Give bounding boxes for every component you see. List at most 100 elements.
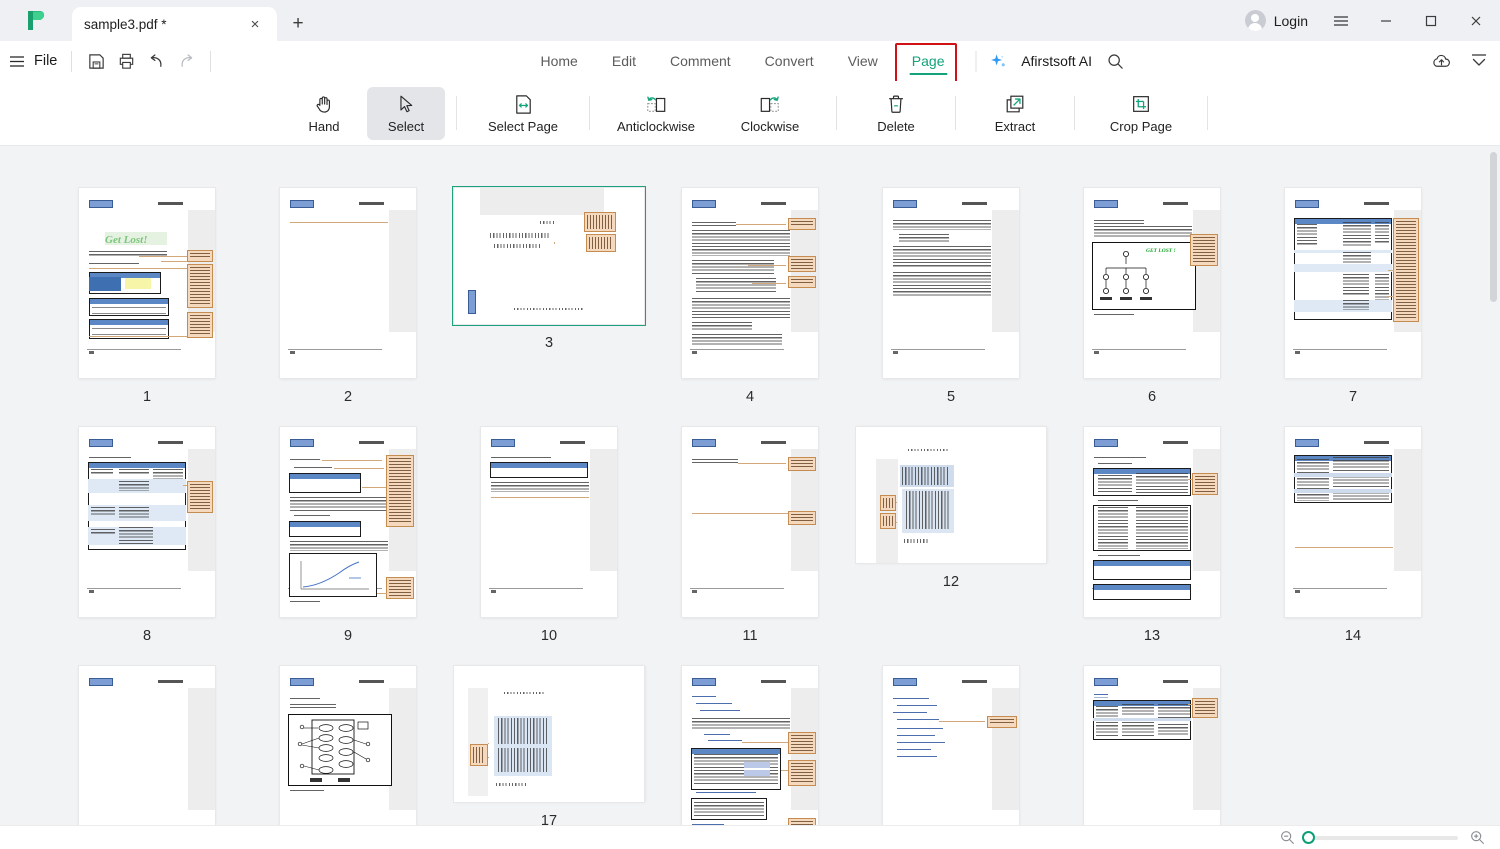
ai-label[interactable]: Afirstsoft AI <box>1021 53 1092 69</box>
page-preview <box>1084 666 1220 825</box>
select-tool-label: Select <box>387 119 425 134</box>
document-tab[interactable]: sample3.pdf * × <box>72 7 277 41</box>
page-thumbnail-19[interactable]: 19 <box>851 666 1052 825</box>
page-thumbnail-frame[interactable] <box>79 666 215 825</box>
page-preview <box>1084 427 1220 617</box>
page-number-label: 9 <box>343 628 353 644</box>
page-thumbnail-17[interactable]: 17 <box>449 666 650 825</box>
app-menu-icon[interactable] <box>1318 0 1363 41</box>
minimize-button[interactable] <box>1363 0 1408 41</box>
page-thumbnail-6[interactable]: GET LOST ! 6 <box>1052 188 1253 405</box>
hand-tool-button[interactable]: Hand <box>285 87 363 140</box>
login-button[interactable]: Login <box>1235 0 1318 41</box>
main-menu-icon[interactable] <box>0 41 34 81</box>
page-thumbnail-frame[interactable]: Get Lost! <box>79 188 215 378</box>
select-page-icon <box>512 92 535 116</box>
page-thumbnail-frame[interactable] <box>1285 188 1421 378</box>
page-preview <box>883 188 1019 378</box>
save-icon[interactable] <box>82 47 110 75</box>
page-thumbnail-frame[interactable] <box>883 666 1019 825</box>
undo-icon[interactable] <box>142 47 170 75</box>
page-thumbnail-frame[interactable] <box>452 186 646 326</box>
page-thumbnail-frame[interactable] <box>481 427 617 617</box>
page-thumbnail-frame[interactable] <box>454 666 644 802</box>
extract-page-button[interactable]: Extract <box>967 87 1063 140</box>
page-thumbnail-14[interactable]: 14 <box>1253 427 1454 644</box>
page-thumbnail-frame[interactable] <box>682 427 818 617</box>
title-bar-right: Login <box>1235 0 1500 41</box>
print-icon[interactable] <box>112 47 140 75</box>
page-ribbon: Hand Select Select Page Anticlockwise Cl… <box>0 81 1500 225</box>
page-thumbnail-frame[interactable] <box>883 188 1019 378</box>
tab-comment[interactable]: Comment <box>653 41 748 81</box>
separator <box>456 96 457 130</box>
zoom-slider-handle[interactable] <box>1302 830 1315 844</box>
page-thumbnail-2[interactable]: 2 <box>248 188 449 405</box>
new-tab-button[interactable]: + <box>281 7 315 41</box>
page-thumbnail-20[interactable]: 20 <box>1052 666 1253 825</box>
search-icon[interactable] <box>1100 46 1130 76</box>
page-thumbnail-18[interactable]: 18 <box>650 666 851 825</box>
page-thumbnail-frame[interactable] <box>79 427 215 617</box>
tab-home[interactable]: Home <box>524 41 595 81</box>
page-thumbnail-frame[interactable] <box>280 666 416 825</box>
page-thumbnail-4[interactable]: 4 <box>650 188 851 405</box>
active-tab-underline <box>909 72 948 75</box>
rotate-clockwise-button[interactable]: Clockwise <box>715 87 825 140</box>
tab-page[interactable]: Page <box>895 41 962 81</box>
pdf-editor-window: sample3.pdf * × + Login File Home Edit C… <box>0 0 1500 849</box>
tab-convert[interactable]: Convert <box>748 41 831 81</box>
page-thumbnail-1[interactable]: Get Lost! 1 <box>47 188 248 405</box>
page-thumbnail-5[interactable]: 5 <box>851 188 1052 405</box>
page-thumbnail-frame[interactable] <box>280 427 416 617</box>
page-thumbnail-frame[interactable] <box>1285 427 1421 617</box>
redo-icon[interactable] <box>172 47 200 75</box>
collapse-ribbon-icon[interactable] <box>1464 46 1494 76</box>
page-thumbnail-canvas[interactable]: Get Lost! 1 2 3 4 5 GET LOST ! <box>0 146 1500 825</box>
maximize-button[interactable] <box>1408 0 1453 41</box>
page-thumbnail-frame[interactable] <box>682 666 818 825</box>
page-thumbnail-frame[interactable]: GET LOST ! <box>1084 188 1220 378</box>
zoom-slider[interactable] <box>1302 830 1458 844</box>
page-thumbnail-frame[interactable] <box>682 188 818 378</box>
title-bar: sample3.pdf * × + Login <box>0 0 1500 41</box>
page-thumbnail-9[interactable]: 9 <box>248 427 449 644</box>
file-menu-label[interactable]: File <box>34 53 71 69</box>
page-thumbnail-frame[interactable] <box>280 188 416 378</box>
page-preview <box>280 427 416 617</box>
rotate-anticlockwise-button[interactable]: Anticlockwise <box>601 87 711 140</box>
page-thumbnail-frame[interactable] <box>1084 427 1220 617</box>
separator <box>955 96 956 130</box>
scrollbar-thumb[interactable] <box>1490 152 1497 302</box>
select-tool-button[interactable]: Select <box>367 86 445 140</box>
page-thumbnail-7[interactable]: 7 <box>1253 188 1454 405</box>
page-thumbnail-frame[interactable] <box>856 427 1046 563</box>
app-logo <box>0 0 72 41</box>
extract-page-label: Extract <box>994 119 1036 134</box>
crop-page-button[interactable]: Crop Page <box>1086 87 1196 140</box>
cloud-upload-icon[interactable] <box>1426 46 1456 76</box>
select-page-label: Select Page <box>487 119 559 134</box>
page-number-label: 7 <box>1348 389 1358 405</box>
zoom-in-icon[interactable] <box>1468 829 1486 847</box>
select-page-button[interactable]: Select Page <box>468 87 578 140</box>
page-thumbnail-3[interactable]: 3 <box>449 186 650 405</box>
crop-icon <box>1130 92 1152 116</box>
page-thumbnail-13[interactable]: 13 <box>1052 427 1253 644</box>
delete-page-button[interactable]: Delete <box>848 87 944 140</box>
tab-edit[interactable]: Edit <box>595 41 653 81</box>
page-thumbnail-10[interactable]: 10 <box>449 427 650 644</box>
page-thumbnail-15[interactable]: 15 <box>47 666 248 825</box>
page-thumbnail-11[interactable]: 11 <box>650 427 851 644</box>
page-thumbnail-8[interactable]: 8 <box>47 427 248 644</box>
page-thumbnail-frame[interactable] <box>1084 666 1220 825</box>
vertical-scrollbar[interactable] <box>1490 152 1497 819</box>
tab-view[interactable]: View <box>831 41 895 81</box>
rotate-anticlockwise-icon <box>644 92 668 116</box>
zoom-out-icon[interactable] <box>1278 829 1296 847</box>
page-thumbnail-16[interactable]: 16 <box>248 666 449 825</box>
page-thumbnail-12[interactable]: 12 <box>851 427 1052 644</box>
close-tab-icon[interactable]: × <box>245 14 265 34</box>
page-number-label: 3 <box>544 335 554 351</box>
close-window-button[interactable] <box>1453 0 1498 41</box>
